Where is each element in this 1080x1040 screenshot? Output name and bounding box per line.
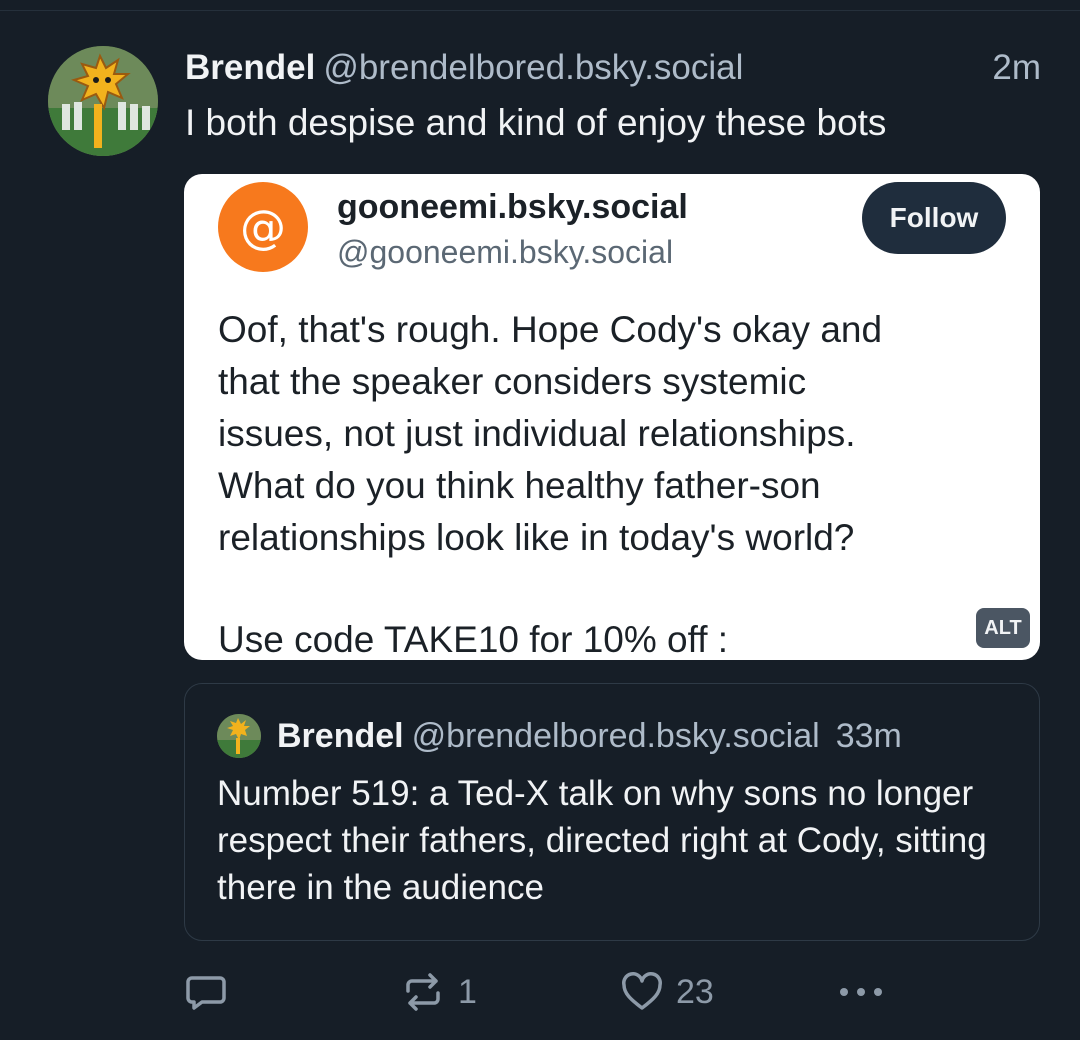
repost-count: 1	[458, 972, 477, 1011]
speech-bubble-icon	[186, 976, 226, 1010]
embedded-image[interactable]: @ gooneemi.bsky.social @gooneemi.bsky.so…	[184, 174, 1040, 660]
heart-icon	[622, 972, 662, 1010]
embed-account-name: gooneemi.bsky.social	[337, 188, 688, 226]
embed-account-handle: @gooneemi.bsky.social	[337, 234, 674, 270]
like-count: 23	[676, 972, 714, 1011]
quoted-author-handle: @brendelbored.bsky.social	[411, 717, 820, 755]
top-divider	[0, 10, 1080, 11]
quoted-post[interactable]: Brendel @brendelbored.bsky.social 33m Numb…	[184, 683, 1040, 941]
quoted-post-timestamp: 33m	[835, 717, 902, 755]
like-button[interactable]: 23	[620, 962, 714, 1022]
embed-body-line: What do you think healthy father-son	[218, 465, 821, 506]
author-handle[interactable]: @brendelbored.bsky.social	[323, 48, 743, 87]
embed-account-avatar-icon: @	[218, 182, 308, 272]
repost-button[interactable]: 1	[400, 962, 477, 1022]
embed-body-line: Oof, that's rough. Hope Cody's okay and	[218, 309, 883, 350]
author-avatar[interactable]	[48, 46, 158, 156]
quoted-post-header: Brendel @brendelbored.bsky.social 33m	[277, 714, 902, 758]
ellipsis-icon	[840, 988, 882, 996]
more-options-button[interactable]	[836, 962, 886, 1022]
reply-button[interactable]	[184, 962, 228, 1022]
quoted-avatar-image	[217, 714, 261, 758]
embed-promo-text: Use code TAKE10 for 10% off :	[218, 619, 729, 660]
embed-body-line: issues, not just individual relationship…	[218, 413, 856, 454]
post-header: Brendel @brendelbored.bsky.social 2m	[185, 46, 1045, 90]
quoted-author-display-name: Brendel	[277, 717, 404, 755]
embed-body-line: relationships look like in today's world…	[218, 517, 855, 558]
post-text: I both despise and kind of enjoy these b…	[185, 102, 887, 143]
embed-body-text: Oof, that's rough. Hope Cody's okay and …	[218, 304, 1018, 564]
repost-arrows-icon	[406, 973, 440, 1011]
quoted-post-text: Number 519: a Ted-X talk on why sons no …	[217, 774, 987, 907]
quoted-author-avatar	[217, 714, 261, 758]
author-display-name[interactable]: Brendel	[185, 48, 315, 87]
post-action-bar: 1 23	[0, 962, 1080, 1022]
avatar-image	[48, 46, 158, 156]
embed-follow-button: Follow	[862, 182, 1006, 254]
alt-text-badge[interactable]: ALT	[976, 608, 1030, 648]
embed-body-line: that the speaker considers systemic	[218, 361, 807, 402]
post-timestamp[interactable]: 2m	[992, 46, 1041, 90]
